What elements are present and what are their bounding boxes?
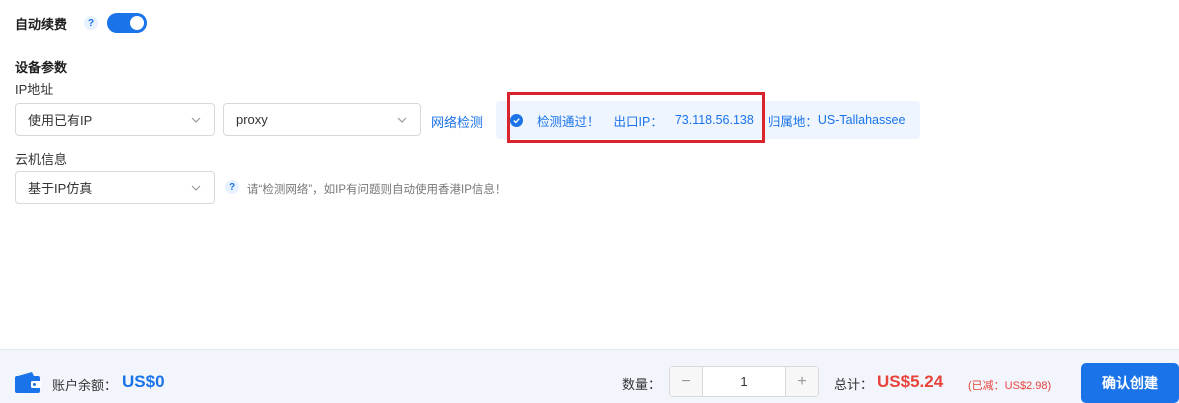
quantity-input[interactable]: 1 (702, 367, 786, 396)
hint-help-icon[interactable]: ? (225, 180, 239, 194)
quantity-stepper[interactable]: − 1 + (669, 366, 819, 397)
ip-label: IP地址 (15, 82, 54, 97)
quantity-label: 数量： (622, 377, 662, 392)
total-value: US$5.24 (877, 372, 944, 391)
cloud-info-label: 云机信息 (15, 152, 68, 167)
chevron-down-icon (397, 117, 407, 123)
proxy-select[interactable]: proxy (223, 103, 421, 136)
chevron-down-icon (191, 117, 201, 123)
footer-bar: 账户余额： US$0 数量： − 1 + 总计： US$5.24 (已减：US$… (0, 349, 1179, 403)
help-icon[interactable]: ? (84, 16, 98, 30)
decrement-button[interactable]: − (670, 367, 702, 396)
location-value: US-Tallahassee (817, 113, 906, 127)
ip-mode-select[interactable]: 使用已有IP (15, 103, 215, 136)
toggle-knob (130, 16, 144, 30)
highlight-box (507, 92, 765, 143)
cloud-info-select-value: 基于IP仿真 (28, 181, 93, 196)
cloud-info-select[interactable]: 基于IP仿真 (15, 171, 215, 204)
network-check-link[interactable]: 网络检测 (431, 112, 483, 131)
balance-value: US$0 (122, 372, 165, 391)
hint-text: 请“检测网络”，如IP有问题则自动使用香港IP信息！ (247, 184, 507, 196)
confirm-create-button[interactable]: 确认创建 (1081, 363, 1179, 403)
increment-button[interactable]: + (786, 367, 818, 396)
balance-label: 账户余额： (52, 378, 118, 393)
auto-renew-toggle[interactable] (107, 13, 147, 33)
section-title: 设备参数 (15, 60, 68, 75)
proxy-select-value: proxy (236, 112, 268, 127)
wallet-icon (15, 372, 41, 393)
chevron-down-icon (191, 185, 201, 191)
total-label: 总计： (834, 377, 874, 392)
discount-text: (已减：US$2.98) (968, 380, 1052, 392)
auto-renew-label: 自动续费 (15, 17, 68, 32)
ip-mode-select-value: 使用已有IP (28, 113, 93, 128)
location-label: 归属地： (767, 114, 818, 129)
